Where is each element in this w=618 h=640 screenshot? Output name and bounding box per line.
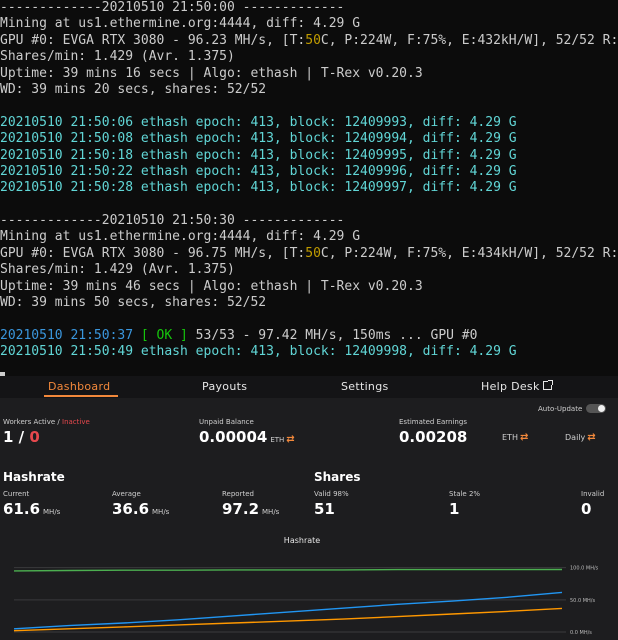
currency-swap-icon[interactable]: ⇄ bbox=[286, 434, 294, 445]
ok-badge: [ OK ] bbox=[140, 327, 188, 343]
tab-settings[interactable]: Settings bbox=[341, 380, 389, 393]
terminal-window: -------------20210510 21:50:00 ---------… bbox=[0, 0, 618, 376]
terminal-header-line: -------------20210510 21:50:00 ---------… bbox=[0, 0, 345, 15]
active-tab-underline bbox=[44, 395, 118, 397]
chart-ytick-label: 0.0 MH/s bbox=[570, 630, 592, 636]
gpu-temperature: 50 bbox=[305, 245, 321, 261]
auto-update-label: Auto-Update bbox=[538, 405, 583, 413]
period-swap-icon: ⇄ bbox=[587, 432, 596, 443]
terminal-epoch-line: 20210510 21:50:28 ethash epoch: 413, blo… bbox=[0, 180, 517, 196]
gpu-suffix: C, P:224W, F:75%, E:432kH/W], 52/52 R:0% bbox=[320, 32, 618, 48]
estimated-currency: ETH bbox=[502, 433, 518, 442]
shares-stale-label: Stale 2% bbox=[449, 490, 481, 498]
shares-invalid-label: Invalid bbox=[581, 490, 605, 498]
chart-ytick-label: 50.0 MH/s bbox=[570, 598, 595, 604]
workers-inactive-label: Inactive bbox=[62, 418, 90, 426]
terminal-uptime-line: Uptime: 39 mins 46 secs | Algo: ethash |… bbox=[0, 278, 423, 294]
terminal-epoch-line: 20210510 21:50:18 ethash epoch: 413, blo… bbox=[0, 147, 517, 163]
terminal-epoch-line: 20210510 21:50:49 ethash epoch: 413, blo… bbox=[0, 344, 517, 360]
chart-title: Hashrate bbox=[284, 536, 320, 545]
hashrate-section-title: Hashrate bbox=[3, 470, 65, 484]
terminal-ok-line: 20210510 21:50:37 [ OK ] 53/53 - 97.42 M… bbox=[0, 328, 618, 344]
terminal-wd-line: WD: 39 mins 20 secs, shares: 52/52 bbox=[0, 81, 267, 97]
workers-label: Workers Active / Inactive bbox=[3, 418, 90, 426]
hashrate-unit: MH/s bbox=[262, 508, 280, 516]
terminal-gpu-line: GPU #0: EVGA RTX 3080 - 96.23 MH/s, [T:5… bbox=[0, 33, 618, 49]
gpu-temperature: 50 bbox=[305, 32, 321, 48]
external-link-icon bbox=[542, 380, 553, 390]
shares-valid-label: Valid 98% bbox=[314, 490, 349, 498]
terminal-epoch-line: 20210510 21:50:22 ethash epoch: 413, blo… bbox=[0, 163, 517, 179]
estimated-earnings-value: 0.00208 bbox=[399, 428, 468, 446]
help-desk-label: Help Desk bbox=[481, 380, 540, 393]
hashrate-reported-label: Reported bbox=[222, 490, 254, 498]
unpaid-balance-value: 0.00004 bbox=[199, 428, 268, 446]
hashrate-average: 36.6 MH/s bbox=[112, 500, 169, 518]
terminal-mining-line: Mining at us1.ethermine.org:4444, diff: … bbox=[0, 229, 361, 245]
terminal-epoch-line: 20210510 21:50:06 ethash epoch: 413, blo… bbox=[0, 114, 517, 130]
terminal-mining-line: Mining at us1.ethermine.org:4444, diff: … bbox=[0, 16, 361, 32]
terminal-gpu-line: GPU #0: EVGA RTX 3080 - 96.75 MH/s, [T:5… bbox=[0, 246, 618, 262]
shares-section-title: Shares bbox=[314, 470, 361, 484]
gpu-suffix: C, P:224W, F:75%, E:434kH/W], 52/52 R:0% bbox=[320, 245, 618, 261]
terminal-wd-line: WD: 39 mins 50 secs, shares: 52/52 bbox=[0, 295, 267, 311]
hashrate-reported-value: 97.2 bbox=[222, 500, 260, 518]
hashrate-average-value: 36.6 bbox=[112, 500, 150, 518]
workers-active-label: Workers Active / bbox=[3, 418, 62, 426]
shares-invalid-value: 0 bbox=[581, 500, 592, 518]
terminal-epoch-line: 20210510 21:50:08 ethash epoch: 413, blo… bbox=[0, 131, 517, 147]
shares-valid-value: 51 bbox=[314, 500, 335, 518]
unpaid-balance: 0.00004 ETH ⇄ bbox=[199, 428, 295, 446]
hashrate-chart-panel: Hashrate 100.0 MH/s 50.0 MH/s 0.0 MH/s bbox=[14, 528, 604, 640]
period-label: Daily bbox=[565, 433, 586, 442]
hashrate-unit: MH/s bbox=[152, 508, 170, 516]
estimated-currency-selector[interactable]: ETH ⇄ bbox=[502, 432, 528, 443]
unpaid-balance-label: Unpaid Balance bbox=[199, 418, 254, 426]
top-navigation: Dashboard Payouts Settings Help Desk bbox=[0, 376, 618, 398]
terminal-shares-line: Shares/min: 1.429 (Avr. 1.375) bbox=[0, 262, 235, 278]
pool-dashboard: Dashboard Payouts Settings Help Desk Wor… bbox=[0, 376, 618, 640]
workers-inactive-count: 0 bbox=[29, 428, 40, 446]
unpaid-unit: ETH bbox=[270, 436, 285, 444]
auto-update-toggle[interactable] bbox=[586, 404, 606, 413]
hashrate-current-label: Current bbox=[3, 490, 30, 498]
tab-payouts[interactable]: Payouts bbox=[202, 380, 247, 393]
tab-dashboard[interactable]: Dashboard bbox=[48, 380, 110, 393]
shares-stale-value: 1 bbox=[449, 500, 460, 518]
workers-active-count: 1 bbox=[3, 428, 14, 446]
hashrate-chart: Hashrate 100.0 MH/s 50.0 MH/s 0.0 MH/s bbox=[14, 536, 599, 636]
period-selector[interactable]: Daily ⇄ bbox=[565, 432, 596, 443]
ok-line-time: 20210510 21:50:37 bbox=[0, 327, 141, 343]
terminal-uptime-line: Uptime: 39 mins 16 secs | Algo: ethash |… bbox=[0, 65, 423, 81]
estimated-earnings-label: Estimated Earnings bbox=[399, 418, 467, 426]
hashrate-reported: 97.2 MH/s bbox=[222, 500, 279, 518]
hashrate-average-label: Average bbox=[112, 490, 141, 498]
terminal-shares-line: Shares/min: 1.429 (Avr. 1.375) bbox=[0, 49, 235, 65]
workers-separator: / bbox=[13, 428, 30, 446]
hashrate-unit: MH/s bbox=[43, 508, 61, 516]
tab-help-desk[interactable]: Help Desk bbox=[481, 380, 553, 393]
terminal-header-line: -------------20210510 21:50:30 ---------… bbox=[0, 213, 345, 229]
hashrate-current-value: 61.6 bbox=[3, 500, 41, 518]
gpu-prefix: GPU #0: EVGA RTX 3080 - 96.23 MH/s, [T: bbox=[0, 32, 306, 48]
chart-ytick-label: 100.0 MH/s bbox=[570, 566, 599, 572]
ok-line-rest: 53/53 - 97.42 MH/s, 150ms ... GPU #0 bbox=[187, 327, 478, 343]
currency-swap-icon: ⇄ bbox=[519, 432, 529, 443]
chart-series-line-0 bbox=[14, 568, 563, 572]
gpu-prefix: GPU #0: EVGA RTX 3080 - 96.75 MH/s, [T: bbox=[0, 245, 306, 261]
chart-series-line-1 bbox=[14, 591, 563, 630]
hashrate-current: 61.6 MH/s bbox=[3, 500, 60, 518]
workers-count: 1 / 0 bbox=[3, 428, 40, 446]
